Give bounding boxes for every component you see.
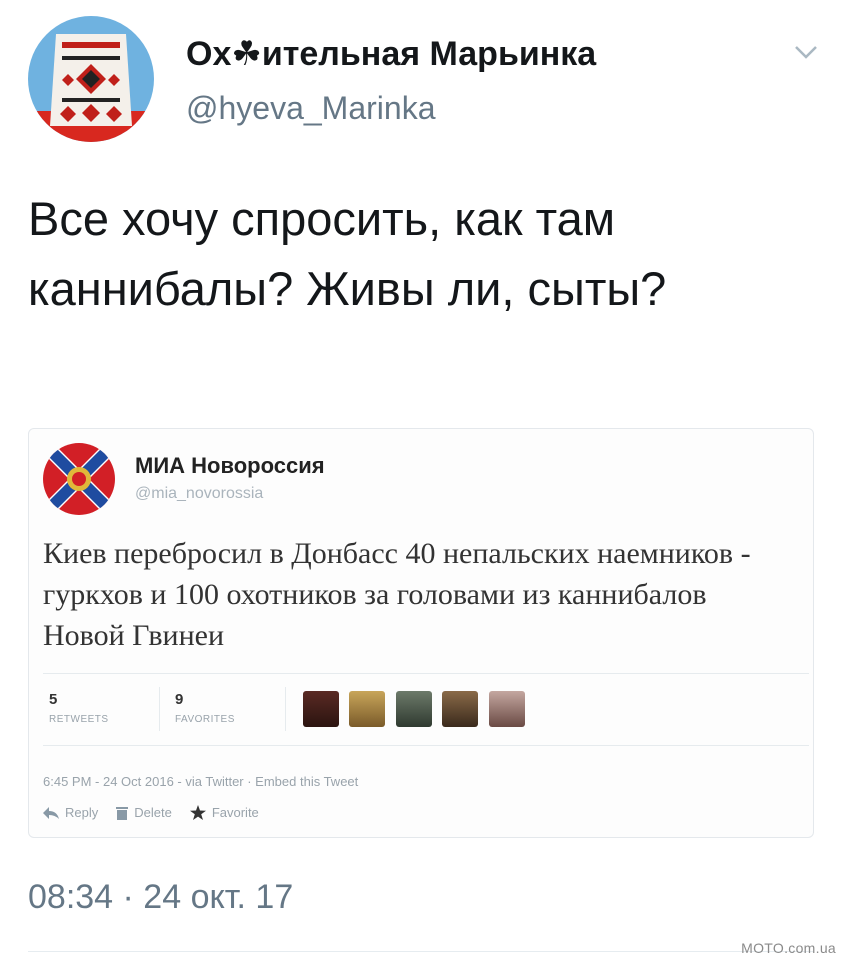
embedded-handle: @mia_novorossia [135, 485, 264, 502]
embedded-tweet-text: Киев перебросил в Донбасс 40 непальских … [43, 537, 751, 652]
retweets-count: 5 [49, 691, 58, 708]
favoriters-avatars [303, 691, 531, 727]
embedded-avatar [43, 443, 115, 515]
reply-label: Reply [65, 805, 99, 820]
favoriter-avatar [488, 691, 525, 727]
retweets-stat: 5 RETWEETS [49, 691, 109, 725]
delete-label: Delete [134, 805, 172, 820]
tweet-text: Все хочу спросить, как там каннибалы? Жи… [28, 192, 667, 315]
reply-icon [43, 806, 59, 819]
stat-separator [159, 687, 160, 731]
novorossia-flag-avatar-icon [43, 443, 115, 515]
chevron-down-icon [795, 46, 817, 59]
embedded-tweet-image[interactable]: МИА Новороссия @mia_novorossia Киев пере… [28, 428, 814, 838]
retweets-label: RETWEETS [49, 714, 109, 725]
reply-action: Reply [43, 805, 98, 820]
stat-separator [285, 687, 286, 731]
embedded-display-name: МИА Новороссия [135, 453, 325, 478]
tweet-menu-button[interactable] [792, 40, 820, 64]
tweet-timestamp[interactable]: 08:34 · 24 окт. 17 [28, 878, 293, 917]
favorites-label: FAVORITES [175, 714, 235, 725]
embedded-actions: Reply Delete Favorite [43, 805, 277, 820]
star-icon [189, 805, 206, 820]
divider [43, 745, 809, 746]
favorites-count: 9 [175, 691, 184, 708]
profile-avatar[interactable] [28, 16, 154, 142]
delete-action: Delete [116, 805, 172, 820]
display-name[interactable]: Ох☘ительная Марьинка [186, 34, 596, 74]
embedded-meta: 6:45 PM - 24 Oct 2016 - via Twitter · Em… [43, 774, 359, 789]
favoriter-avatar [303, 691, 339, 727]
favorites-stat: 9 FAVORITES [175, 691, 235, 725]
favoriter-avatar [349, 691, 386, 727]
embroidered-shirt-avatar-icon [28, 16, 154, 142]
trash-icon [116, 806, 129, 820]
divider [28, 951, 814, 952]
favoriter-avatar [395, 691, 432, 727]
favoriter-avatar [442, 691, 479, 727]
favorite-action: Favorite [189, 805, 259, 820]
watermark: MOTO.com.ua [741, 940, 836, 956]
favorite-label: Favorite [211, 805, 259, 820]
divider [43, 673, 809, 674]
user-handle[interactable]: @hyeva_Marinka [186, 90, 435, 127]
